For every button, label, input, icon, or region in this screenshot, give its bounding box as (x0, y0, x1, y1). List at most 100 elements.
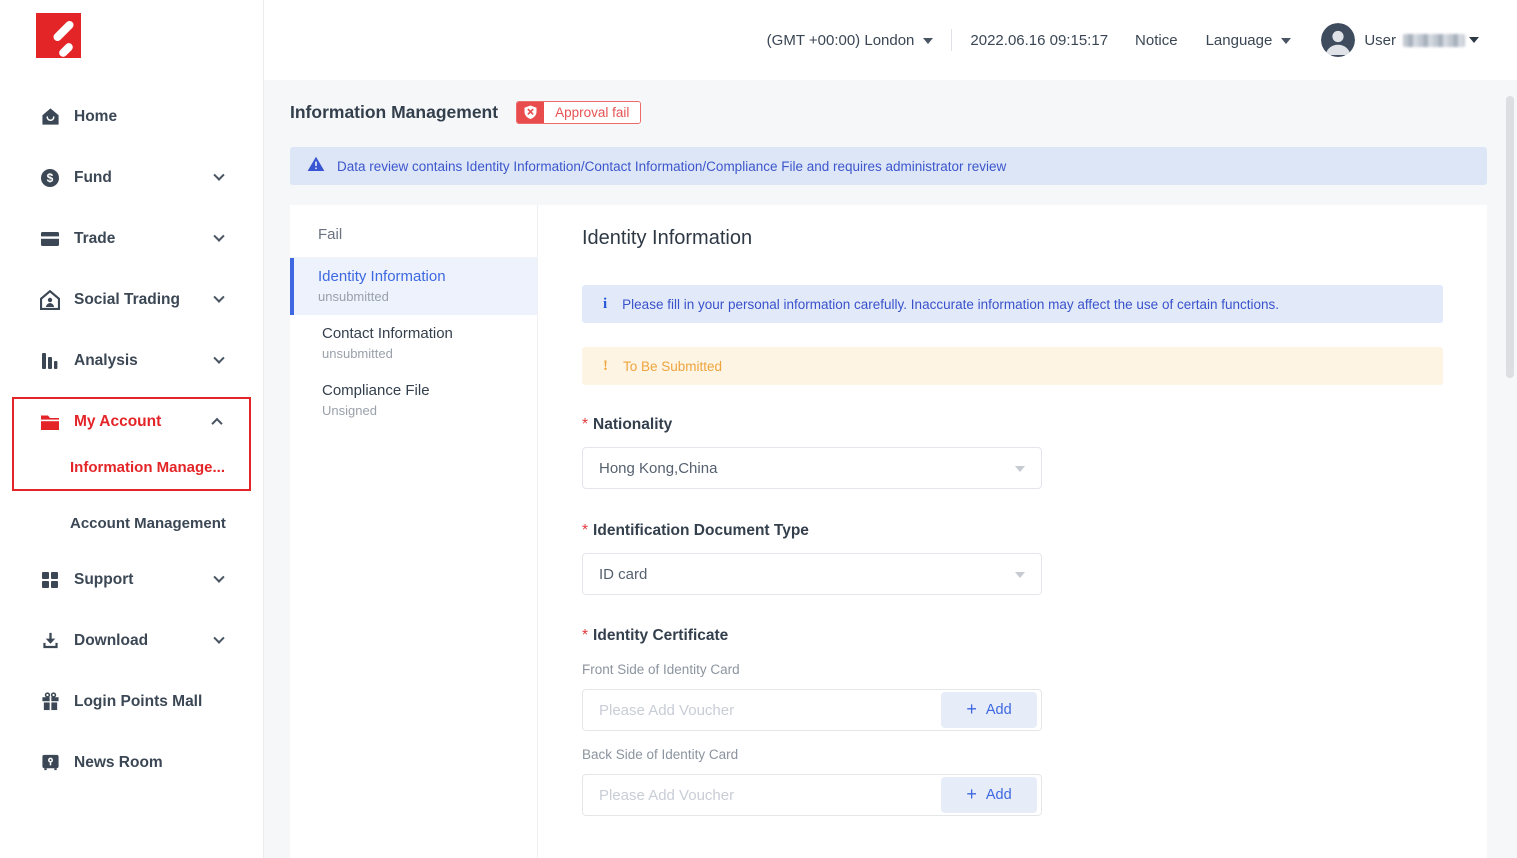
language-selector[interactable]: Language (1206, 32, 1292, 49)
chevron-down-icon (213, 571, 224, 582)
sidebar-item-label: Analysis (74, 352, 138, 370)
add-back-voucher-button[interactable]: + Add (941, 777, 1037, 813)
news-icon (40, 753, 60, 773)
title-row: Information Management Approval fail (290, 99, 1487, 125)
doc-type-value: ID card (599, 566, 647, 583)
add-button-label: Add (986, 702, 1012, 718)
notice-button[interactable]: Notice (1135, 32, 1178, 49)
sidebar-item-download[interactable]: Download (0, 610, 263, 671)
warning-triangle-icon (307, 156, 325, 177)
chevron-down-icon (213, 291, 224, 302)
subnav-item-title: Compliance File (322, 382, 527, 399)
warning-note-text: To Be Submitted (623, 359, 722, 374)
front-side-label: Front Side of Identity Card (582, 662, 1443, 677)
chevron-down-icon (213, 632, 224, 643)
sidebar-item-label: Account Management (70, 515, 226, 532)
support-icon (40, 570, 60, 590)
sidebar-item-label: News Room (74, 754, 163, 772)
status-badge: Approval fail (516, 101, 641, 124)
main-panel: Fail Identity Information unsubmitted Co… (290, 205, 1487, 858)
front-voucher-input[interactable] (583, 702, 941, 719)
review-banner-text: Data review contains Identity Informatio… (337, 159, 1006, 174)
sidebar-item-label: Trade (74, 230, 115, 248)
sidebar-item-fund[interactable]: $ Fund (0, 147, 263, 208)
sidebar-item-login-points-mall[interactable]: Login Points Mall (0, 671, 263, 732)
sidebar-item-analysis[interactable]: Analysis (0, 330, 263, 391)
caret-down-icon (1281, 38, 1291, 44)
add-button-label: Add (986, 787, 1012, 803)
timezone-selector[interactable]: (GMT +00:00) London (767, 32, 934, 49)
chevron-down-icon (213, 352, 224, 363)
sidebar: Home $ Fund Trade Social Tr (0, 0, 264, 858)
back-voucher-input[interactable] (583, 787, 941, 804)
plus-icon: + (966, 700, 977, 718)
user-menu[interactable]: User (1321, 23, 1479, 57)
sidebar-item-home[interactable]: Home (0, 86, 263, 147)
caret-down-icon (1015, 466, 1025, 472)
front-voucher-field: + Add (582, 689, 1042, 731)
sidebar-item-trade[interactable]: Trade (0, 208, 263, 269)
analysis-icon (40, 351, 60, 371)
sidebar-item-my-account[interactable]: My Account (14, 399, 249, 445)
sidebar-item-account-management[interactable]: Account Management (0, 497, 263, 549)
sidebar-item-label: Information Manage... (70, 459, 225, 476)
sidebar-item-information-management[interactable]: Information Manage... (14, 445, 249, 489)
user-label: User (1364, 32, 1396, 49)
required-marker: * (582, 627, 593, 644)
sidebar-item-label: Support (74, 571, 133, 589)
fund-icon: $ (40, 168, 60, 188)
chevron-down-icon (213, 169, 224, 180)
shield-x-icon (517, 102, 544, 123)
sidebar-item-label: Fund (74, 169, 112, 187)
page-body: Information Management Approval fail Dat… (264, 80, 1517, 858)
user-id-redacted (1403, 34, 1465, 47)
logo-slash-icon (52, 19, 75, 42)
review-banner: Data review contains Identity Informatio… (290, 147, 1487, 185)
subnav-item-compliance-file[interactable]: Compliance File Unsigned (290, 372, 537, 429)
download-icon (40, 631, 60, 651)
home-icon (40, 107, 60, 127)
doc-type-label: *Identification Document Type (582, 522, 1443, 540)
subnav-item-contact-information[interactable]: Contact Information unsubmitted (290, 315, 537, 372)
page-title: Information Management (290, 102, 498, 123)
folder-icon (40, 412, 60, 432)
sidebar-item-social-trading[interactable]: Social Trading (0, 269, 263, 330)
caret-down-icon (1469, 37, 1479, 43)
sidebar-item-label: Login Points Mall (74, 693, 202, 711)
nationality-select[interactable]: Hong Kong,China (582, 447, 1042, 489)
subnav-item-status: unsubmitted (318, 289, 527, 304)
sidebar-item-support[interactable]: Support (0, 549, 263, 610)
sidebar-item-label: My Account (74, 413, 161, 431)
caret-down-icon (1015, 572, 1025, 578)
nationality-label: *Nationality (582, 416, 1443, 434)
svg-text:$: $ (47, 171, 54, 185)
app-root: Home $ Fund Trade Social Tr (0, 0, 1517, 858)
sidebar-item-news-room[interactable]: News Room (0, 732, 263, 793)
required-marker: * (582, 522, 593, 539)
app-logo[interactable] (36, 13, 81, 58)
sidebar-item-label: Home (74, 108, 117, 126)
add-front-voucher-button[interactable]: + Add (941, 692, 1037, 728)
doc-type-select[interactable]: ID card (582, 553, 1042, 595)
logo-slash-icon (58, 42, 75, 58)
form-subnav: Fail Identity Information unsubmitted Co… (290, 205, 538, 858)
identity-form: Identity Information i Please fill in yo… (538, 205, 1487, 858)
top-bar: (GMT +00:00) London 2022.06.16 09:15:17 … (264, 0, 1517, 80)
scrollbar[interactable] (1506, 84, 1514, 854)
nationality-value: Hong Kong,China (599, 460, 717, 477)
avatar (1321, 23, 1355, 57)
required-marker: * (582, 416, 593, 433)
subnav-group-label: Fail (290, 205, 537, 258)
scrollbar-thumb[interactable] (1506, 96, 1514, 378)
subnav-item-identity-information[interactable]: Identity Information unsubmitted (290, 258, 537, 315)
sidebar-menu: Home $ Fund Trade Social Tr (0, 86, 263, 793)
plus-icon: + (966, 785, 977, 803)
subnav-item-title: Contact Information (322, 325, 527, 342)
subnav-item-title: Identity Information (318, 268, 527, 285)
my-account-highlight-box: My Account Information Manage... (12, 397, 251, 491)
chevron-up-icon (211, 418, 222, 429)
content-area: (GMT +00:00) London 2022.06.16 09:15:17 … (264, 0, 1517, 858)
warning-note: ! To Be Submitted (582, 347, 1443, 385)
identity-certificate-label: *Identity Certificate (582, 627, 1443, 645)
info-note: i Please fill in your personal informati… (582, 285, 1443, 323)
